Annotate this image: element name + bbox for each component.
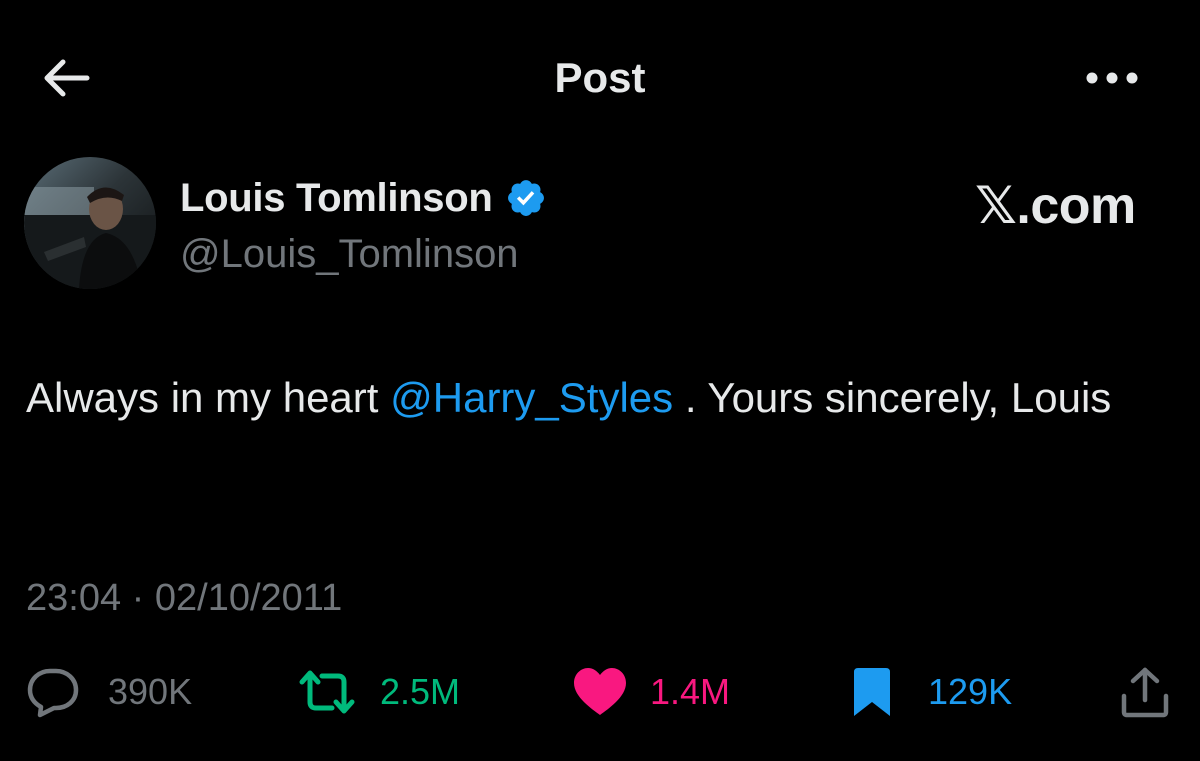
page-title: Post	[554, 54, 646, 101]
top-bar: Post	[0, 0, 1200, 150]
post-date: 02/10/2011	[154, 577, 343, 619]
share-button[interactable]	[1120, 660, 1170, 724]
like-button[interactable]: 1.4M	[572, 660, 730, 724]
bookmark-count: 129K	[928, 671, 1013, 712]
repost-button[interactable]: 2.5M	[298, 660, 460, 724]
reply-button[interactable]: 390K	[26, 660, 192, 724]
author-name[interactable]: Louis Tomlinson	[180, 176, 493, 221]
avatar[interactable]	[24, 157, 156, 289]
avatar-photo	[24, 157, 156, 289]
author-handle[interactable]: @Louis_Tomlinson	[180, 228, 519, 280]
post-time: 23:04	[26, 577, 122, 619]
verified-badge-icon	[507, 180, 544, 216]
post-screen: Post Louis Tomlinson @Louis_Tomlinson 𝕏.…	[0, 0, 1200, 761]
heart-icon	[574, 668, 626, 715]
post-timestamp[interactable]: 23:04 · 02/10/2011	[26, 572, 342, 624]
more-options-button[interactable]	[1082, 52, 1142, 104]
share-icon	[1121, 667, 1169, 718]
like-count: 1.4M	[650, 671, 731, 712]
post-text-end: . Yours sincerely, Louis	[673, 374, 1112, 421]
timestamp-separator: ·	[121, 577, 155, 619]
bookmark-icon	[854, 668, 890, 716]
post-text: Always in my heart @Harry_Styles . Yours…	[26, 364, 1146, 432]
repost-count: 2.5M	[380, 671, 461, 712]
more-horizontal-icon	[1086, 72, 1138, 84]
watermark-domain: .com	[1016, 177, 1136, 235]
action-bar: 390K 2.5M 1.4M 129K	[0, 660, 1200, 724]
repost-icon	[299, 670, 355, 714]
reply-icon	[27, 668, 79, 718]
author-name-row[interactable]: Louis Tomlinson	[180, 172, 547, 224]
x-logo-glyph: 𝕏	[975, 176, 1017, 236]
reply-count: 390K	[108, 671, 193, 712]
mention-link[interactable]: @Harry_Styles	[390, 374, 673, 421]
bookmark-button[interactable]: 129K	[850, 660, 1012, 724]
post-text-start: Always in my heart	[26, 374, 391, 421]
x-com-watermark: 𝕏.com	[975, 176, 1136, 236]
